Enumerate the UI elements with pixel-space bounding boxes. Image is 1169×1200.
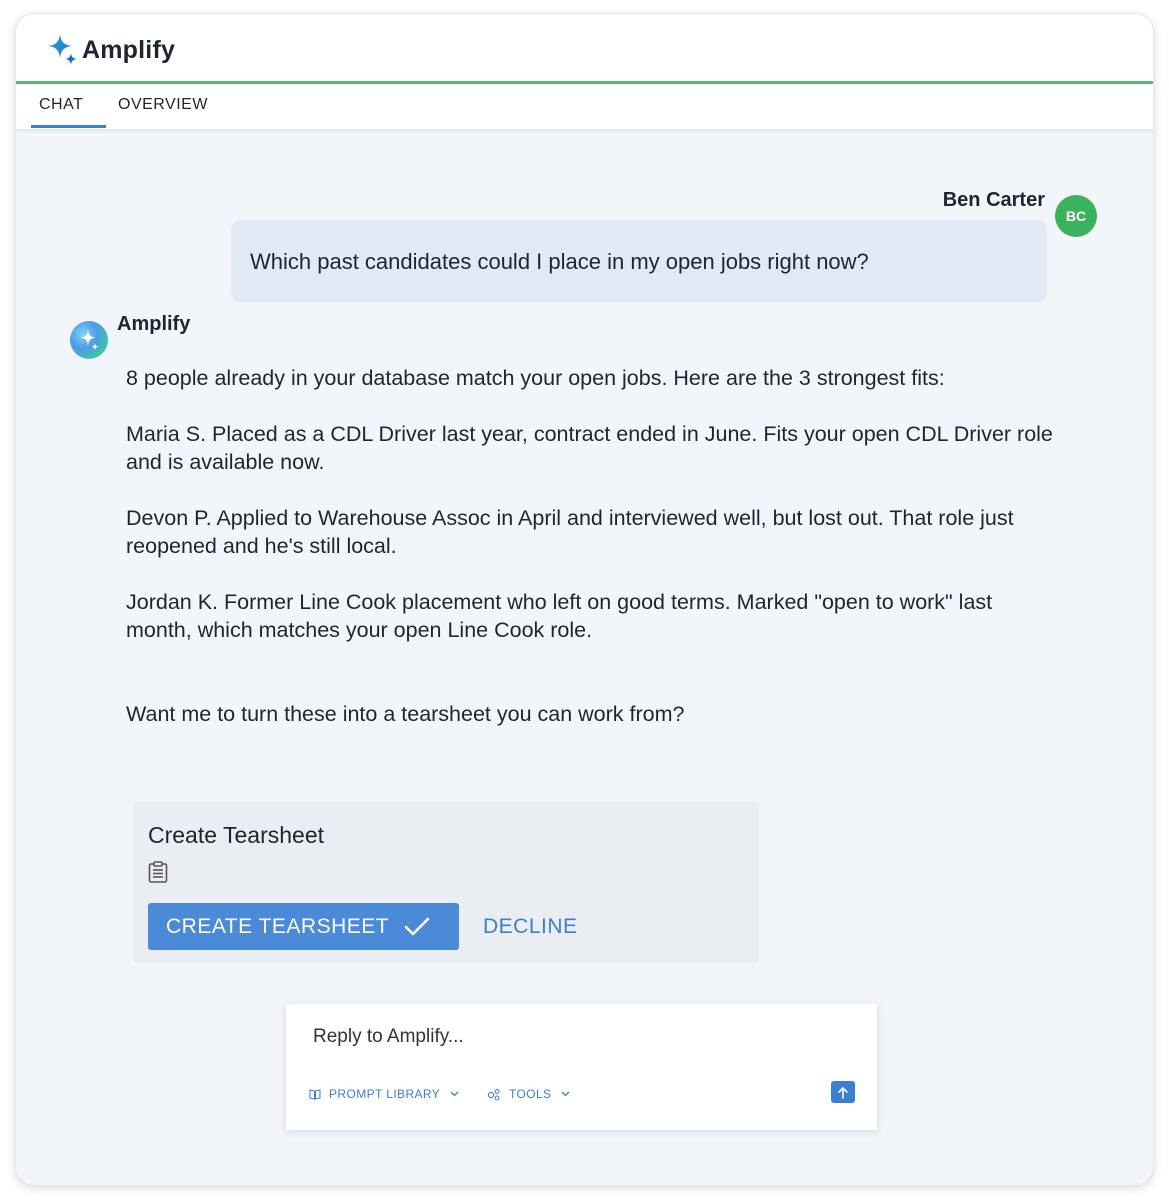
sparkle-logo-icon bbox=[44, 31, 82, 69]
card-title: Create Tearsheet bbox=[148, 822, 325, 848]
create-tearsheet-button[interactable]: CREATE TEARSHEET bbox=[148, 903, 459, 950]
arrow-up-icon bbox=[838, 1086, 848, 1099]
tools-label: TOOLS bbox=[509, 1087, 552, 1101]
book-icon bbox=[309, 1088, 321, 1100]
checkmark-icon bbox=[404, 917, 430, 935]
user-avatar: BC bbox=[1055, 195, 1097, 237]
assistant-paragraph-candidate: Jordan K. Former Line Cook placement who… bbox=[126, 590, 993, 642]
tools-button[interactable]: TOOLS bbox=[487, 1087, 570, 1101]
reply-input[interactable] bbox=[313, 1026, 833, 1048]
assistant-message: 8 people already in your database match … bbox=[126, 364, 1056, 756]
assistant-avatar-icon bbox=[69, 320, 109, 360]
chevron-down-icon bbox=[561, 1091, 570, 1097]
tools-icon bbox=[487, 1088, 501, 1101]
reply-composer: PROMPT LIBRARY TOOLS bbox=[286, 1004, 877, 1130]
assistant-paragraph-candidate: Maria S. Placed as a CDL Driver last yea… bbox=[126, 422, 1053, 474]
user-message-bubble: Which past candidates could I place in m… bbox=[231, 220, 1047, 302]
tab-chat[interactable]: CHAT bbox=[39, 96, 83, 114]
active-tab-indicator bbox=[31, 125, 106, 128]
tab-overview[interactable]: OVERVIEW bbox=[118, 96, 208, 114]
send-button[interactable] bbox=[831, 1081, 855, 1103]
create-tearsheet-label: CREATE TEARSHEET bbox=[166, 914, 390, 938]
chevron-down-icon bbox=[450, 1091, 459, 1097]
tab-bar: CHAT OVERVIEW bbox=[16, 84, 1153, 129]
prompt-library-label: PROMPT LIBRARY bbox=[329, 1087, 441, 1101]
decline-button[interactable]: DECLINE bbox=[483, 903, 578, 950]
assistant-name: Amplify bbox=[117, 313, 191, 335]
assistant-paragraph-intro: 8 people already in your database match … bbox=[126, 366, 945, 390]
app-name: Amplify bbox=[82, 35, 176, 64]
create-tearsheet-card: Create Tearsheet CREATE TEARSHEET DECLIN… bbox=[133, 802, 759, 963]
prompt-library-button[interactable]: PROMPT LIBRARY bbox=[309, 1087, 459, 1101]
assistant-paragraph-closing: Want me to turn these into a tearsheet y… bbox=[126, 702, 685, 726]
app-window: Amplify CHAT OVERVIEW Ben Carter BC Whic… bbox=[16, 14, 1153, 1185]
assistant-paragraph-candidate: Devon P. Applied to Warehouse Assoc in A… bbox=[126, 506, 1014, 558]
brand: Amplify bbox=[44, 31, 175, 69]
clipboard-icon bbox=[146, 860, 170, 884]
user-name: Ben Carter bbox=[942, 189, 1045, 211]
app-header: Amplify bbox=[16, 14, 1153, 84]
